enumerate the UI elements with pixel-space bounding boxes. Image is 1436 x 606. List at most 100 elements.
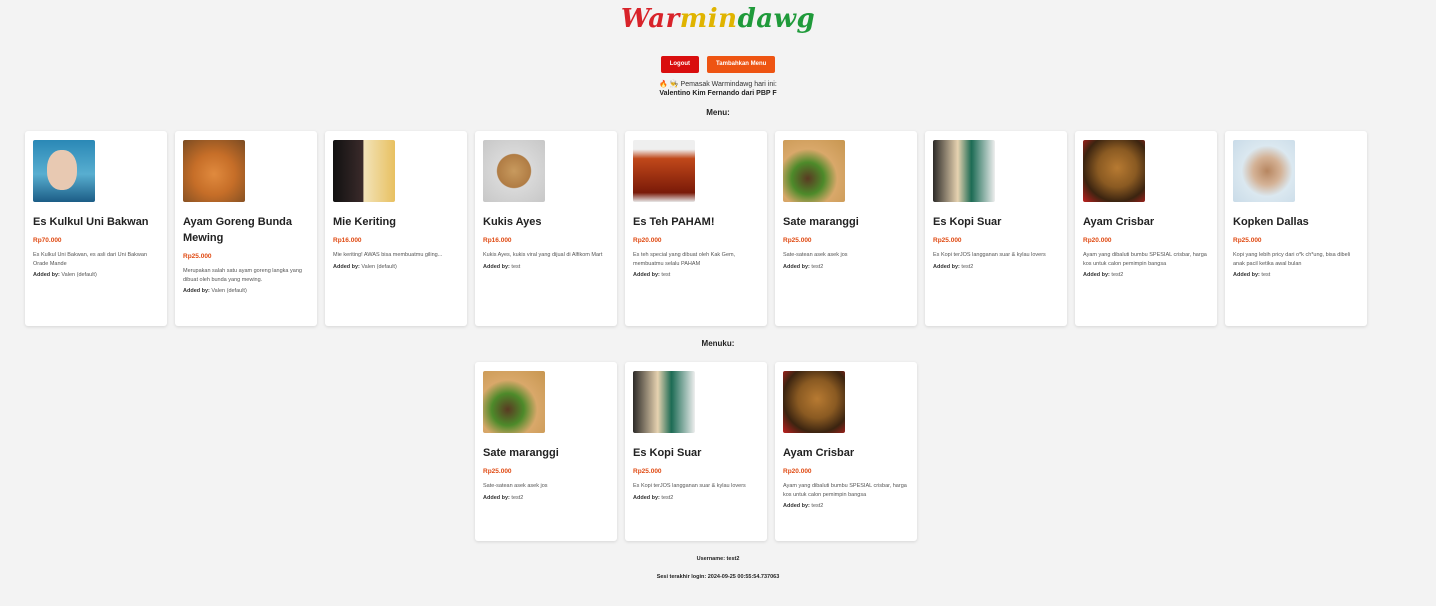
added-by-label: Added by: (1233, 272, 1260, 278)
menu-image (783, 371, 845, 433)
added-by-user: test (1261, 272, 1271, 278)
menu-name: Mie Keriting (333, 216, 396, 228)
menu-card: Es Kulkul Uni Bakwan Rp70.000 Es Kulkul … (25, 131, 167, 326)
menu-added-by: Added by: test2 (783, 264, 909, 270)
added-by-label: Added by: (633, 494, 660, 501)
menu-added-by: Added by: Valen (default) (333, 264, 459, 270)
menu-name: Sate maranggi (783, 216, 859, 228)
menu-card: Mie Keriting Rp16.000 Mie keriting! AWAS… (325, 131, 467, 326)
added-by-user: test2 (511, 494, 524, 501)
menu-price: Rp25.000 (483, 468, 512, 475)
add-menu-button[interactable]: Tambahkan Menu (707, 56, 776, 73)
menu-price: Rp16.000 (333, 237, 362, 244)
added-by-user: Valen (default) (211, 288, 247, 294)
menu-price: Rp25.000 (1233, 237, 1262, 244)
menu-card: Kopken Dallas Rp25.000 Kopi yang lebih p… (1225, 131, 1367, 326)
menu-card: Es Teh PAHAM! Rp20.000 Es teh special ya… (625, 131, 767, 326)
added-by-user: Valen (default) (361, 263, 397, 270)
added-by-label: Added by: (33, 272, 60, 278)
menu-desc: Sate-satean asek asek jos (783, 252, 848, 258)
logo-part-3: dawg (737, 4, 816, 34)
menu-image (483, 371, 545, 433)
menu-desc: Merupakan salah satu ayam goreng langka … (183, 268, 302, 283)
menu-price: Rp20.000 (633, 237, 662, 244)
menu-name: Ayam Crisbar (1083, 216, 1155, 228)
menu-price: Rp20.000 (1083, 237, 1112, 244)
my-menu-section-title: Menuku: (701, 339, 735, 348)
menu-added-by: Added by: test2 (933, 264, 1059, 270)
added-by-user: test2 (1111, 272, 1124, 278)
menu-price: Rp70.000 (33, 237, 62, 244)
menu-added-by: Added by: test2 (483, 495, 609, 501)
menu-card: Ayam Goreng Bunda Mewing Rp25.000 Merupa… (175, 131, 317, 326)
menu-price: Rp20.000 (783, 468, 812, 475)
menu-name: Es Kulkul Uni Bakwan (33, 216, 149, 228)
menu-price: Rp25.000 (183, 253, 212, 260)
added-by-label: Added by: (333, 263, 360, 270)
menu-desc: Ayam yang dibaluti bumbu SPESIAL crisbar… (783, 483, 907, 498)
logout-button[interactable]: Logout (660, 56, 700, 73)
action-bar: Logout Tambahkan Menu (0, 56, 1436, 73)
added-by-label: Added by: (1083, 272, 1110, 278)
added-by-label: Added by: (933, 263, 960, 270)
last-login-text: Sesi terakhir login: 2024-09-25 00:55:54… (656, 574, 780, 580)
menu-image (633, 140, 695, 202)
menu-price: Rp25.000 (633, 468, 662, 475)
cook-name: Valentino Kim Fernando dari PBP F (659, 90, 777, 97)
menu-added-by: Added by: Valen (default) (183, 288, 309, 294)
menu-desc: Sate-satean asek asek jos (483, 483, 548, 489)
added-by-label: Added by: (483, 263, 510, 270)
menu-image (633, 371, 695, 433)
menu-name: Ayam Crisbar (783, 447, 855, 459)
menu-name: Kukis Ayes (483, 216, 542, 228)
menu-desc: Es Kulkul Uni Bakwan, es asli dari Uni B… (33, 252, 148, 267)
menu-price: Rp16.000 (483, 237, 512, 244)
brand-logo: Warmindawg (0, 4, 1436, 34)
menu-desc: Kopi yang lebih pricy dari o*k ch*ung, b… (1233, 252, 1351, 267)
menu-image (1083, 140, 1145, 202)
menu-card: Kukis Ayes Rp16.000 Kukis Ayes, kukis vi… (475, 131, 617, 326)
cook-intro: 🔥 👨‍🍳 Pemasak Warmindawg hari ini: (659, 81, 777, 88)
username-text: Username: test2 (696, 556, 740, 562)
menu-image (783, 140, 845, 202)
added-by-user: test (511, 263, 521, 270)
menu-image (1233, 140, 1295, 202)
menu-card: Ayam Crisbar Rp20.000 Ayam yang dibaluti… (1075, 131, 1217, 326)
added-by-label: Added by: (633, 272, 660, 278)
menu-desc: Kukis Ayes, kukis viral yang dijual di A… (483, 252, 603, 258)
added-by-user: test2 (811, 263, 824, 270)
added-by-label: Added by: (783, 503, 810, 509)
menu-added-by: Added by: test2 (1083, 272, 1209, 278)
added-by-user: test2 (661, 494, 674, 501)
menu-desc: Ayam yang dibaluti bumbu SPESIAL crisbar… (1083, 252, 1207, 267)
menu-added-by: Added by: test2 (783, 503, 909, 509)
added-by-user: test2 (811, 503, 824, 509)
menu-image (33, 140, 95, 202)
menu-card: Es Kopi Suar Rp25.000 Es Kopi terJOS lan… (925, 131, 1067, 326)
menu-section-title: Menu: (706, 108, 730, 117)
menu-added-by: Added by: test (633, 272, 759, 278)
added-by-user: test (661, 272, 671, 278)
menu-image (933, 140, 995, 202)
logo-part-1: War (620, 4, 680, 34)
menu-desc: Es teh special yang dibuat oleh Kak Gem,… (633, 252, 736, 267)
menu-added-by: Added by: test (1233, 272, 1359, 278)
logo-part-2: min (679, 4, 738, 34)
menu-added-by: Added by: test2 (633, 495, 759, 501)
menu-name: Es Teh PAHAM! (633, 216, 715, 228)
my-menu-card: Sate maranggi Rp25.000 Sate-satean asek … (475, 362, 617, 541)
added-by-user: Valen (default) (61, 272, 97, 278)
menu-added-by: Added by: Valen (default) (33, 272, 159, 278)
menu-name: Ayam Goreng Bunda Mewing (183, 216, 292, 244)
menu-added-by: Added by: test (483, 264, 609, 270)
menu-price: Rp25.000 (783, 237, 812, 244)
menu-image (483, 140, 545, 202)
menu-name: Sate maranggi (483, 447, 559, 459)
menu-desc: Es Kopi terJOS langganan suar & kylau lo… (933, 252, 1046, 258)
menu-name: Es Kopi Suar (633, 447, 702, 459)
menu-desc: Mie keriting! AWAS bisa membuatmu giling… (333, 252, 443, 258)
added-by-user: test2 (961, 263, 974, 270)
my-menu-card: Es Kopi Suar Rp25.000 Es Kopi terJOS lan… (625, 362, 767, 541)
menu-desc: Es Kopi terJOS langganan suar & kylau lo… (633, 483, 746, 489)
my-menu-card: Ayam Crisbar Rp20.000 Ayam yang dibaluti… (775, 362, 917, 541)
